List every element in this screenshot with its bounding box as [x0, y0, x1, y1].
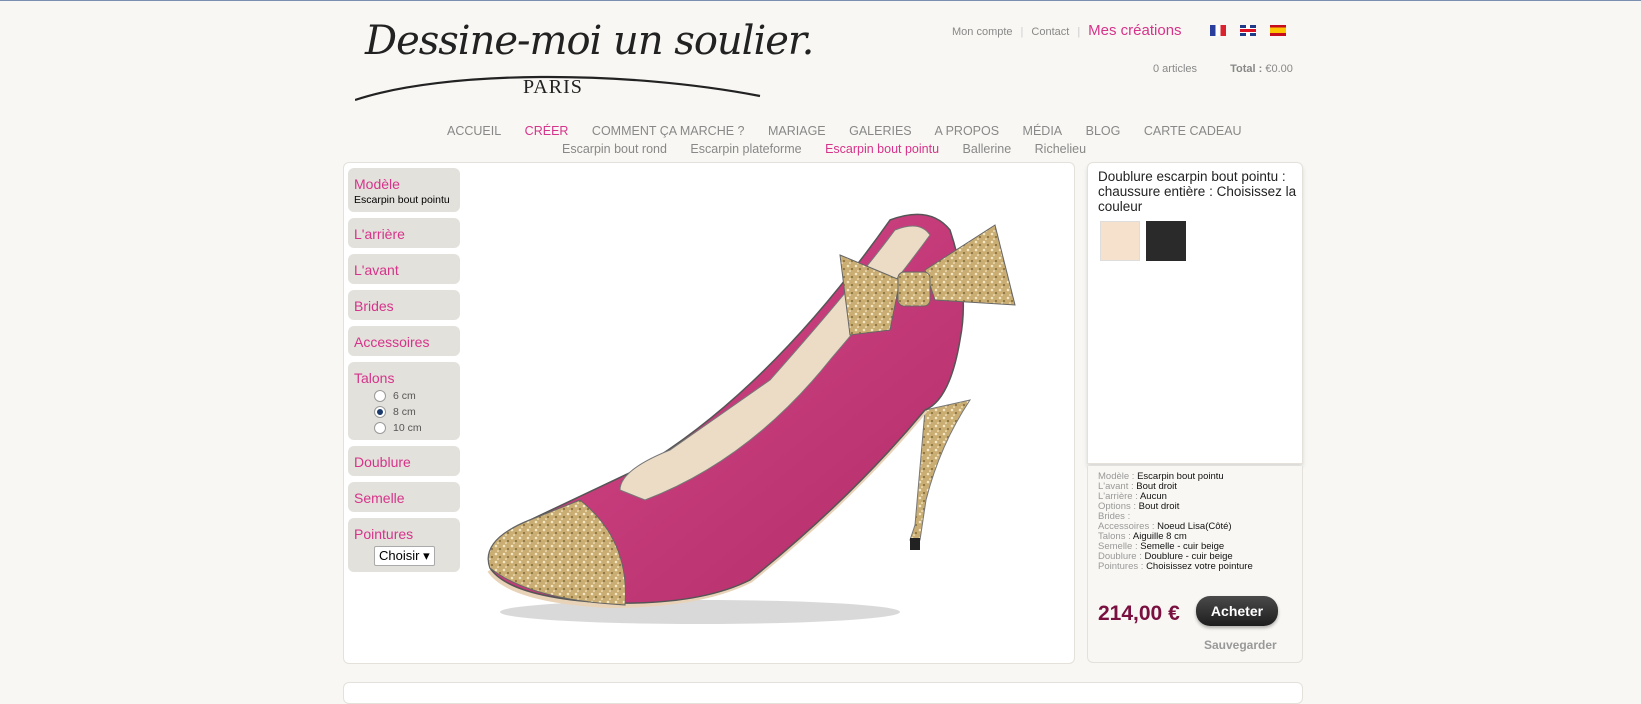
subnav-escarpin-plateforme[interactable]: Escarpin plateforme [690, 142, 801, 156]
talon-option-8[interactable]: 8 cm [374, 406, 454, 418]
order-summary-panel: Modèle : Escarpin bout pointu L'avant : … [1087, 466, 1303, 663]
radio-label: 8 cm [393, 406, 416, 418]
price: 214,00 € [1098, 602, 1180, 625]
bottom-panel [343, 682, 1303, 704]
nav-blog[interactable]: BLOG [1086, 124, 1121, 138]
nav-accueil[interactable]: ACCUEIL [447, 124, 501, 138]
menu-talons[interactable]: Talons 6 cm 8 cm 10 cm [348, 362, 460, 440]
menu-modele[interactable]: Modèle Escarpin bout pointu [348, 168, 460, 212]
summary-value: Bout droit [1138, 501, 1180, 512]
shoe-preview-image [487, 213, 1016, 624]
swatch-noir[interactable] [1146, 221, 1186, 261]
language-flags [1210, 25, 1286, 36]
menu-modele-label: Modèle [354, 176, 400, 192]
spain-flag-icon[interactable] [1270, 25, 1286, 36]
separator: | [1020, 26, 1024, 38]
sub-nav: Escarpin bout rond Escarpin plateforme E… [562, 142, 1106, 156]
nav-galeries[interactable]: GALERIES [849, 124, 912, 138]
nav-creer[interactable]: CRÉER [525, 124, 569, 138]
buy-button[interactable]: Acheter [1196, 596, 1278, 626]
menu-pointures[interactable]: Pointures Choisir ▾ [348, 518, 460, 572]
site-logo[interactable]: Dessine-moi un soulier. PARIS [355, 10, 814, 102]
link-mes-creations[interactable]: Mes créations [1088, 22, 1181, 39]
menu-modele-value: Escarpin bout pointu [354, 194, 450, 206]
subnav-escarpin-bout-rond[interactable]: Escarpin bout rond [562, 142, 667, 156]
option-panel: Doublure escarpin bout pointu : chaussur… [1087, 162, 1303, 464]
menu-doublure[interactable]: Doublure [348, 446, 460, 476]
pointure-select[interactable]: Choisir ▾ [374, 546, 435, 566]
separator: | [1077, 26, 1081, 38]
option-panel-title: Doublure escarpin bout pointu : chaussur… [1098, 169, 1297, 214]
radio-label: 6 cm [393, 390, 416, 402]
subnav-richelieu[interactable]: Richelieu [1035, 142, 1086, 156]
nav-carte-cadeau[interactable]: CARTE CADEAU [1144, 124, 1242, 138]
cart-summary[interactable]: 0 articles Total : €0.00 [1153, 63, 1293, 75]
nav-comment-ca-marche[interactable]: COMMENT ÇA MARCHE ? [592, 124, 745, 138]
cart-total-value: €0.00 [1265, 63, 1293, 75]
logo-city: PARIS [523, 76, 583, 98]
subnav-ballerine[interactable]: Ballerine [963, 142, 1012, 156]
nav-a-propos[interactable]: A PROPOS [934, 124, 999, 138]
radio-6cm[interactable] [374, 390, 386, 402]
summary-row: Pointures : Choisissez votre pointure [1098, 562, 1253, 572]
radio-label: 10 cm [393, 422, 422, 434]
talon-option-10[interactable]: 10 cm [374, 422, 454, 434]
radio-8cm[interactable] [374, 406, 386, 418]
chevron-down-icon: ▾ [423, 548, 430, 563]
summary-key: Pointures : [1098, 561, 1144, 572]
main-nav: ACCUEIL CRÉER COMMENT ÇA MARCHE ? MARIAG… [447, 124, 1262, 138]
menu-semelle[interactable]: Semelle [348, 482, 460, 512]
summary-value: Choisissez votre pointure [1146, 561, 1253, 572]
configuration-summary: Modèle : Escarpin bout pointu L'avant : … [1098, 472, 1253, 572]
menu-pointures-label: Pointures [354, 526, 414, 542]
talon-option-6[interactable]: 6 cm [374, 390, 454, 402]
menu-brides[interactable]: Brides [348, 290, 460, 320]
save-link[interactable]: Sauvegarder [1204, 638, 1277, 652]
top-links: Mon compte | Contact | Mes créations [952, 22, 1182, 39]
link-contact[interactable]: Contact [1031, 26, 1069, 38]
pointure-select-value: Choisir [379, 548, 420, 563]
radio-10cm[interactable] [374, 422, 386, 434]
subnav-escarpin-bout-pointu[interactable]: Escarpin bout pointu [825, 142, 939, 156]
swatch-beige[interactable] [1100, 221, 1140, 261]
menu-talons-label: Talons [354, 370, 395, 386]
france-flag-icon[interactable] [1210, 25, 1226, 36]
config-menu: Modèle Escarpin bout pointu L'arrière L'… [348, 168, 460, 578]
heel-tip [910, 538, 920, 550]
cart-total-label: Total : [1230, 63, 1263, 75]
menu-arriere[interactable]: L'arrière [348, 218, 460, 248]
link-mon-compte[interactable]: Mon compte [952, 26, 1013, 38]
menu-avant[interactable]: L'avant [348, 254, 460, 284]
menu-accessoires[interactable]: Accessoires [348, 326, 460, 356]
uk-flag-icon[interactable] [1240, 25, 1256, 36]
nav-mariage[interactable]: MARIAGE [768, 124, 826, 138]
top-border [0, 0, 1641, 1]
cart-articles: 0 articles [1153, 63, 1198, 75]
nav-media[interactable]: MÉDIA [1023, 124, 1063, 138]
